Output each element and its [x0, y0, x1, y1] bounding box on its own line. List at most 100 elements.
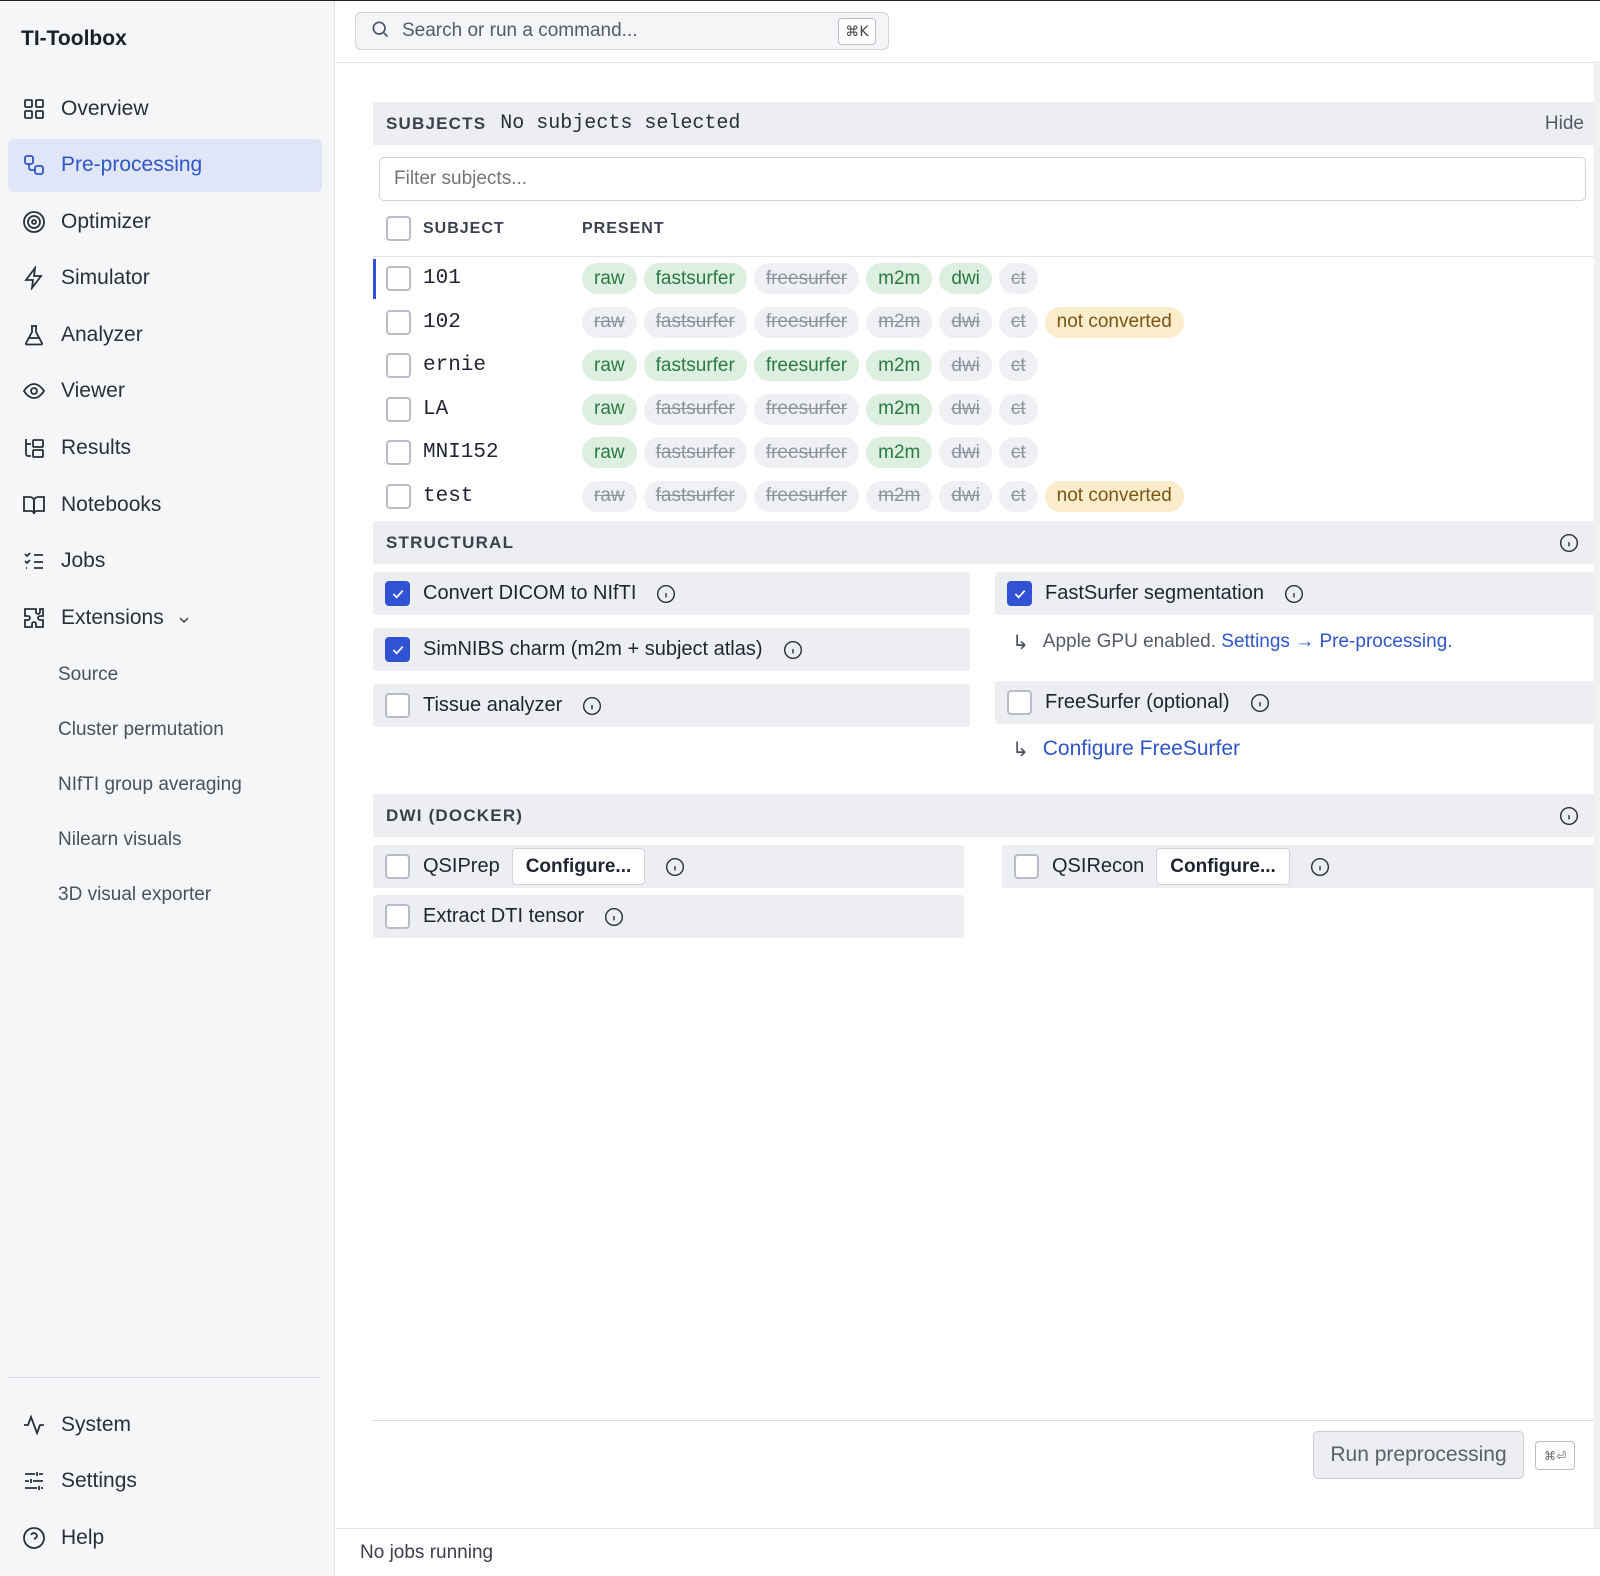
qsiprep-checkbox[interactable]: [385, 854, 410, 879]
status-bar: No jobs running: [335, 1528, 1600, 1576]
option-tissue-analyzer[interactable]: Tissue analyzer: [373, 684, 970, 727]
scrollbar[interactable]: [1594, 63, 1600, 1528]
table-row[interactable]: 101 raw fastsurfer freesurfer m2m dwi ct: [373, 257, 1598, 301]
status-badge: fastsurfer: [643, 437, 747, 469]
extension-item-nifti-group-averaging[interactable]: NIfTI group averaging: [8, 758, 322, 813]
book-icon: [21, 492, 47, 518]
extension-item-nilearn-visuals[interactable]: Nilearn visuals: [8, 813, 322, 868]
settings-preprocessing-link[interactable]: Settings → Pre-processing: [1221, 631, 1447, 653]
structural-header: STRUCTURAL: [373, 521, 1598, 564]
sidebar-item-jobs[interactable]: Jobs: [8, 535, 322, 588]
sidebar-item-extensions[interactable]: Extensions: [8, 591, 322, 644]
option-extract-dti[interactable]: Extract DTI tensor: [373, 895, 964, 938]
option-freesurfer[interactable]: FreeSurfer (optional): [995, 681, 1598, 724]
configure-freesurfer-link[interactable]: Configure FreeSurfer: [1043, 737, 1240, 761]
configure-qsirecon-button[interactable]: Configure...: [1156, 848, 1290, 885]
return-arrow-icon: ↳: [1012, 630, 1029, 654]
preprocessing-content: SUBJECTS No subjects selected Hide SUBJE…: [373, 102, 1598, 957]
extension-item-source[interactable]: Source: [8, 648, 322, 703]
sidebar-item-optimizer[interactable]: Optimizer: [8, 195, 322, 248]
info-icon[interactable]: [604, 907, 624, 927]
sidebar-item-results[interactable]: Results: [8, 422, 322, 475]
extract-dti-label: Extract DTI tensor: [423, 905, 585, 927]
freesurfer-checkbox[interactable]: [1007, 690, 1032, 715]
configure-qsiprep-button[interactable]: Configure...: [511, 848, 646, 885]
info-icon[interactable]: [665, 857, 685, 877]
info-icon[interactable]: [1284, 584, 1304, 604]
option-convert-dicom[interactable]: Convert DICOM to NIfTI: [373, 572, 970, 615]
search-shortcut: ⌘K: [838, 18, 876, 45]
command-search[interactable]: Search or run a command... ⌘K: [355, 12, 889, 50]
sidebar-item-notebooks[interactable]: Notebooks: [8, 478, 322, 531]
sidebar-item-simulator[interactable]: Simulator: [8, 252, 322, 305]
info-icon[interactable]: [783, 640, 803, 660]
subjects-table-body: 101 raw fastsurfer freesurfer m2m dwi ct 102 raw…: [373, 257, 1598, 518]
info-icon[interactable]: [1559, 533, 1579, 558]
sidebar-item-label: Notebooks: [61, 492, 162, 516]
subject-checkbox[interactable]: [386, 353, 411, 379]
sidebar-item-label: Overview: [61, 96, 149, 120]
app-title: TI-Toolbox: [21, 27, 127, 50]
sidebar-item-label: Simulator: [61, 266, 150, 290]
table-row[interactable]: LA raw fastsurfer freesurfer m2m dwi ct: [373, 388, 1598, 432]
tissue-analyzer-checkbox[interactable]: [385, 693, 410, 718]
extension-item-3d-visual-exporter[interactable]: 3D visual exporter: [8, 868, 322, 923]
status-badge: dwi: [939, 437, 992, 469]
subject-id: test: [423, 484, 474, 508]
simnibs-checkbox[interactable]: [385, 637, 410, 662]
status-badge: ct: [998, 437, 1038, 469]
subjects-table-header: SUBJECT PRESENT: [373, 201, 1598, 257]
select-all-checkbox[interactable]: [386, 216, 411, 241]
folder-tree-icon: [21, 435, 47, 461]
option-fastsurfer[interactable]: FastSurfer segmentation: [995, 572, 1598, 615]
sidebar-item-help[interactable]: Help: [8, 1511, 322, 1564]
table-row[interactable]: ernie raw fastsurfer freesurfer m2m dwi ct: [373, 344, 1598, 388]
status-badge: m2m: [866, 393, 933, 425]
fastsurfer-note-period: .: [1447, 631, 1453, 652]
extension-item-cluster-permutation[interactable]: Cluster permutation: [8, 703, 322, 758]
fastsurfer-checkbox[interactable]: [1007, 581, 1032, 606]
convert-dicom-checkbox[interactable]: [385, 581, 410, 606]
status-badge: ct: [998, 480, 1038, 512]
info-icon[interactable]: [1250, 693, 1270, 713]
sidebar-item-analyzer[interactable]: Analyzer: [8, 308, 322, 361]
sidebar-item-system[interactable]: System: [8, 1398, 322, 1451]
subject-checkbox[interactable]: [386, 483, 411, 509]
subject-checkbox[interactable]: [386, 396, 411, 422]
status-badge: m2m: [866, 263, 933, 295]
sliders-icon: [21, 1468, 47, 1494]
subject-checkbox[interactable]: [386, 266, 411, 292]
chevron-down-icon[interactable]: [176, 610, 192, 626]
table-row[interactable]: 102 raw fastsurfer freesurfer m2m dwi ct not co…: [373, 301, 1598, 345]
hide-subjects-button[interactable]: Hide: [1545, 113, 1584, 135]
qsirecon-checkbox[interactable]: [1014, 854, 1039, 879]
status-badge: raw: [582, 350, 637, 382]
sidebar-item-viewer[interactable]: Viewer: [8, 365, 322, 418]
subject-checkbox[interactable]: [386, 440, 411, 466]
sidebar-item-settings[interactable]: Settings: [8, 1455, 322, 1508]
sidebar-item-pre-processing[interactable]: Pre-processing: [8, 138, 322, 192]
table-row[interactable]: MNI152 raw fastsurfer freesurfer m2m dwi ct: [373, 431, 1598, 475]
table-row[interactable]: test raw fastsurfer freesurfer m2m dwi ct not c…: [373, 475, 1598, 519]
option-qsirecon[interactable]: QSIRecon Configure...: [1002, 845, 1598, 888]
subject-checkbox[interactable]: [386, 309, 411, 335]
info-icon[interactable]: [1310, 857, 1330, 877]
sidebar-item-label: Settings: [61, 1469, 137, 1493]
info-icon[interactable]: [1559, 806, 1579, 831]
sidebar-nav: Overview Pre-processing Optimizer Simula…: [8, 82, 322, 923]
info-icon[interactable]: [656, 584, 676, 604]
status-badge: raw: [582, 480, 637, 512]
help-circle-icon: [21, 1525, 47, 1551]
run-shortcut: ⌘⏎: [1535, 1441, 1575, 1470]
run-preprocessing-button[interactable]: Run preprocessing: [1313, 1431, 1524, 1479]
info-icon[interactable]: [582, 696, 602, 716]
extract-dti-checkbox[interactable]: [385, 904, 410, 929]
puzzle-icon: [21, 605, 47, 631]
status-badge: freesurfer: [753, 437, 860, 469]
sidebar-item-overview[interactable]: Overview: [8, 82, 322, 135]
status-badge: ct: [998, 306, 1038, 338]
option-qsiprep[interactable]: QSIPrep Configure...: [373, 845, 964, 888]
option-simnibs-charm[interactable]: SimNIBS charm (m2m + subject atlas): [373, 628, 970, 671]
status-badge: dwi: [939, 263, 992, 295]
filter-subjects-input[interactable]: [379, 157, 1586, 201]
